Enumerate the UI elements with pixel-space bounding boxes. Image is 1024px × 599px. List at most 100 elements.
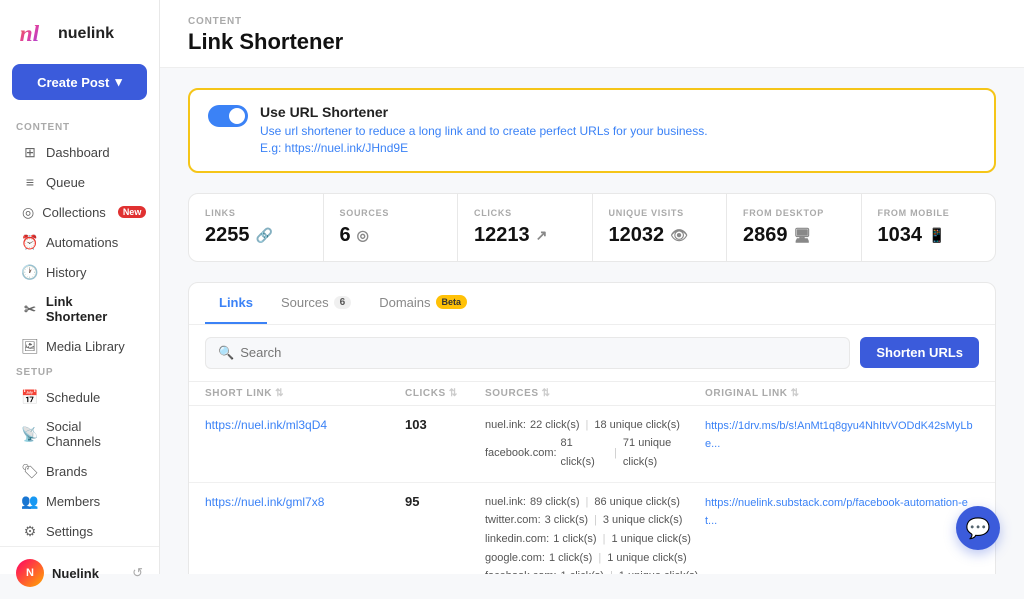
stat-links-label: Links xyxy=(205,208,307,218)
source-row: nuel.ink: 22 click(s) | 18 unique click(… xyxy=(485,416,705,435)
short-link-cell: https://nuel.ink/gml7x8 xyxy=(205,493,405,511)
stat-unique-visits: Unique Visits 12032 👁 xyxy=(593,194,728,261)
original-link[interactable]: https://1drv.ms/b/s!AnMt1q8gyu4NhItvVODd… xyxy=(705,418,973,450)
sidebar-bottom[interactable]: N Nuelink ↺ xyxy=(0,546,159,599)
stat-from-desktop: From Desktop 2869 🖥 xyxy=(727,194,862,261)
queue-icon: ≡ xyxy=(22,174,38,190)
page-header: Content Link Shortener xyxy=(160,0,1024,68)
sort-icon: ⇅ xyxy=(275,388,284,399)
tab-sources[interactable]: Sources 6 xyxy=(267,283,365,324)
stat-from-mobile-label: From Mobile xyxy=(878,208,980,218)
source-unique: 3 unique click(s) xyxy=(603,511,682,530)
sort-icon: ⇅ xyxy=(449,388,458,399)
stat-clicks-label: Clicks xyxy=(474,208,576,218)
source-row: linkedin.com: 1 click(s) | 1 unique clic… xyxy=(485,530,705,549)
clicks-value: 103 xyxy=(405,415,427,432)
source-clicks: 1 click(s) xyxy=(553,530,596,549)
sidebar-item-media-library[interactable]: 🖼 Media Library xyxy=(6,331,153,361)
sidebar-item-label: Dashboard xyxy=(46,145,110,160)
beta-badge: Beta xyxy=(436,295,468,309)
banner-example: E.g: https://nuel.ink/JHnd9E xyxy=(260,141,408,155)
links-icon: 🔗 xyxy=(256,227,273,244)
main-content: Content Link Shortener Use URL Shortener… xyxy=(160,0,1024,574)
tab-links[interactable]: Links xyxy=(205,283,267,324)
tab-domains[interactable]: Domains Beta xyxy=(365,283,481,324)
source-unique: 1 unique click(s) xyxy=(611,530,690,549)
stat-clicks: Clicks 12213 ↗ xyxy=(458,194,593,261)
mobile-icon: 📱 xyxy=(928,227,945,244)
search-icon: 🔍 xyxy=(218,345,234,361)
sort-icon: ⇅ xyxy=(791,388,800,399)
sidebar-item-queue[interactable]: ≡ Queue xyxy=(6,167,153,197)
sidebar-item-label: Social Channels xyxy=(46,419,137,449)
short-link[interactable]: https://nuel.ink/gml7x8 xyxy=(205,495,324,509)
search-input[interactable] xyxy=(240,345,837,360)
stat-sources-label: Sources xyxy=(340,208,442,218)
logo-text: nuelink xyxy=(58,25,114,43)
social-channels-icon: 📡 xyxy=(22,426,38,442)
clicks-cell: 95 xyxy=(405,493,485,511)
collections-icon: ◎ xyxy=(22,204,34,220)
stat-clicks-value: 12213 ↗ xyxy=(474,224,576,247)
members-icon: 👥 xyxy=(22,493,38,509)
source-site: google.com: xyxy=(485,549,545,568)
shorten-urls-button[interactable]: Shorten URLs xyxy=(860,337,979,368)
sidebar-item-label: Automations xyxy=(46,235,118,250)
source-row: facebook.com: 1 click(s) | 1 unique clic… xyxy=(485,567,705,574)
source-site: twitter.com: xyxy=(485,511,541,530)
page-title: Link Shortener xyxy=(188,29,996,55)
original-link[interactable]: https://nuelink.substack.com/p/facebook-… xyxy=(705,495,968,527)
stat-links-value: 2255 🔗 xyxy=(205,224,307,247)
source-row: google.com: 1 click(s) | 1 unique click(… xyxy=(485,549,705,568)
sidebar-item-settings[interactable]: ⚙ Settings xyxy=(6,516,153,546)
sidebar-item-automations[interactable]: ⏰ Automations xyxy=(6,227,153,257)
sources-cell: nuel.ink: 22 click(s) | 18 unique click(… xyxy=(485,416,705,472)
source-unique: 71 unique click(s) xyxy=(623,434,705,471)
sidebar-item-label: Settings xyxy=(46,524,93,539)
url-shortener-toggle[interactable] xyxy=(208,105,248,127)
logo-icon: nl xyxy=(16,16,52,52)
sidebar-item-history[interactable]: 🕐 History xyxy=(6,257,153,287)
sidebar-item-label: Brands xyxy=(46,464,87,479)
dashboard-icon: ⊞ xyxy=(22,144,38,160)
search-bar-row: 🔍 Shorten URLs xyxy=(189,325,995,382)
url-shortener-banner: Use URL Shortener Use url shortener to r… xyxy=(188,88,996,173)
sidebar-item-brands[interactable]: 🏷 Brands xyxy=(6,456,153,486)
media-library-icon: 🖼 xyxy=(22,338,38,354)
automations-icon: ⏰ xyxy=(22,234,38,250)
short-link-cell: https://nuel.ink/ml3qD4 xyxy=(205,416,405,434)
new-badge: New xyxy=(118,206,147,218)
setup-section-label: Setup xyxy=(0,361,159,382)
sort-icon: ⇅ xyxy=(542,388,551,399)
sidebar-item-schedule[interactable]: 📅 Schedule xyxy=(6,382,153,412)
sidebar-item-label: Link Shortener xyxy=(46,294,137,324)
sidebar-item-collections[interactable]: ◎ Collections New xyxy=(6,197,153,227)
stat-from-desktop-label: From Desktop xyxy=(743,208,845,218)
source-unique: 86 unique click(s) xyxy=(594,493,680,512)
toggle-track xyxy=(208,105,248,127)
source-site: facebook.com: xyxy=(485,444,557,463)
chat-fab[interactable]: 💬 xyxy=(956,506,1000,550)
sidebar-item-label: Members xyxy=(46,494,100,509)
sidebar-item-social-channels[interactable]: 📡 Social Channels xyxy=(6,412,153,456)
banner-description: Use url shortener to reduce a long link … xyxy=(260,123,708,157)
source-row: twitter.com: 3 click(s) | 3 unique click… xyxy=(485,511,705,530)
logo-area: nl nuelink xyxy=(0,0,159,64)
sidebar-item-dashboard[interactable]: ⊞ Dashboard xyxy=(6,137,153,167)
search-input-wrap[interactable]: 🔍 xyxy=(205,337,850,369)
sidebar-item-members[interactable]: 👥 Members xyxy=(6,486,153,516)
separator: | xyxy=(614,444,617,463)
source-row: facebook.com: 81 click(s) | 71 unique cl… xyxy=(485,434,705,471)
sources-icon: ◎ xyxy=(357,227,369,244)
source-row: nuel.ink: 89 click(s) | 86 unique click(… xyxy=(485,493,705,512)
sidebar-item-label: Media Library xyxy=(46,339,125,354)
refresh-icon: ↺ xyxy=(132,565,143,581)
original-link-cell: https://nuelink.substack.com/p/facebook-… xyxy=(705,493,979,529)
workspace-name: Nuelink xyxy=(52,566,124,581)
sources-badge: 6 xyxy=(334,296,352,309)
sidebar-item-link-shortener[interactable]: ✂ Link Shortener xyxy=(6,287,153,331)
create-post-button[interactable]: Create Post ▾ xyxy=(12,64,147,100)
short-link[interactable]: https://nuel.ink/ml3qD4 xyxy=(205,418,327,432)
link-shortener-icon: ✂ xyxy=(22,301,38,317)
col-original-link: Original Link ⇅ xyxy=(705,388,979,399)
